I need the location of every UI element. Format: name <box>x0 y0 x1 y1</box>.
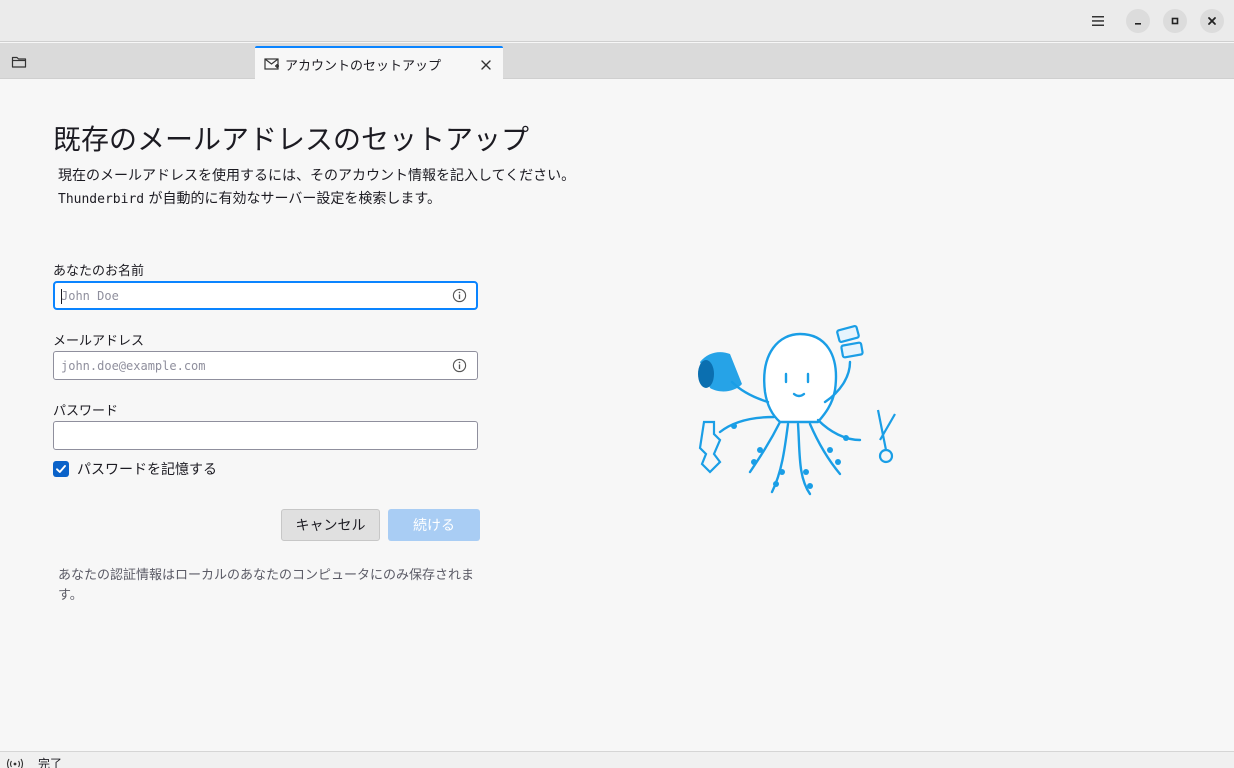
octopus-mascot-illustration <box>698 324 896 496</box>
minimize-icon <box>1135 23 1141 25</box>
password-input[interactable] <box>61 422 441 449</box>
folder-icon <box>11 56 27 68</box>
text-caret <box>61 289 62 304</box>
maximize-button[interactable] <box>1163 9 1187 33</box>
remember-password-label: パスワードを記憶する <box>77 462 217 478</box>
privacy-note: あなたの認証情報はローカルのあなたのコンピュータにのみ保存されます。 <box>58 568 475 603</box>
email-label: メールアドレス <box>53 334 145 349</box>
tab-strip: アカウントのセットアップ <box>0 43 1234 79</box>
status-bar: 完了 <box>0 751 1234 768</box>
mail-new-icon <box>264 58 279 70</box>
title-bar <box>0 0 1234 42</box>
continue-button[interactable]: 続ける <box>388 509 480 541</box>
tab-title: アカウントのセットアップ <box>285 59 442 74</box>
remember-password-row[interactable]: パスワードを記憶する <box>53 459 217 479</box>
minimize-button[interactable] <box>1126 9 1150 33</box>
intro-app-name: Thunderbird <box>58 192 145 207</box>
maximize-icon <box>1171 17 1179 25</box>
email-field[interactable] <box>53 351 478 380</box>
folder-tab-button[interactable] <box>11 54 29 70</box>
intro-line-2-rest: が自動的に有効なサーバー設定を検索します。 <box>144 191 442 207</box>
close-icon <box>481 60 491 70</box>
tab-close-button[interactable] <box>479 57 493 71</box>
password-label: パスワード <box>53 404 119 419</box>
email-input[interactable] <box>61 352 441 379</box>
password-field[interactable] <box>53 421 478 450</box>
intro-text: 現在のメールアドレスを使用するには、そのアカウント情報を記入してください。 Th… <box>58 165 575 211</box>
info-icon[interactable] <box>452 358 467 373</box>
hamburger-menu-icon <box>1092 16 1104 26</box>
hamburger-menu-button[interactable] <box>1086 9 1110 33</box>
intro-line-1: 現在のメールアドレスを使用するには、そのアカウント情報を記入してください。 <box>58 168 576 184</box>
name-input[interactable] <box>61 283 441 308</box>
name-label: あなたのお名前 <box>53 264 145 279</box>
info-icon[interactable] <box>452 288 467 303</box>
cancel-button[interactable]: キャンセル <box>281 509 380 541</box>
name-field[interactable] <box>53 281 478 310</box>
close-icon <box>1208 17 1216 25</box>
page-title: 既存のメールアドレスのセットアップ <box>53 123 530 156</box>
remember-password-checkbox[interactable] <box>53 461 69 477</box>
checkmark-icon <box>56 465 66 473</box>
tab-account-setup[interactable]: アカウントのセットアップ <box>255 46 503 79</box>
status-text: 完了 <box>38 757 63 768</box>
intro-line-2: Thunderbird が自動的に有効なサーバー設定を検索します。 <box>58 188 575 211</box>
wifi-signal-icon <box>6 758 24 768</box>
close-window-button[interactable] <box>1200 9 1224 33</box>
